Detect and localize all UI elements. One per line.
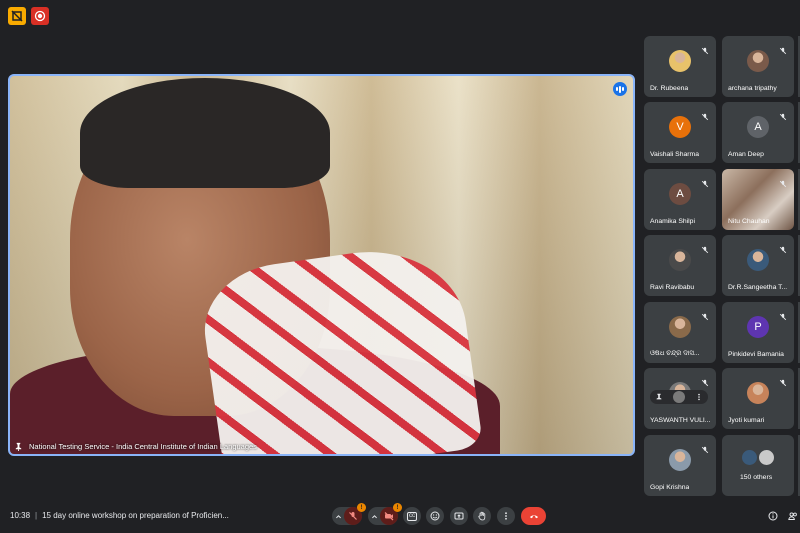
participant-tile[interactable]: Dr. Rubeena: [644, 36, 716, 97]
participant-name: Dr.R.Sangeetha T...: [728, 284, 788, 291]
group-avatars: [742, 450, 774, 465]
captions-button[interactable]: cc: [403, 507, 421, 525]
chevron-up-icon: [336, 514, 341, 518]
camera-warning-badge: !: [393, 503, 402, 512]
participant-tile[interactable]: 150 others: [722, 435, 794, 496]
avatar: [747, 249, 769, 271]
tile-hover-controls[interactable]: [650, 390, 708, 404]
participant-name: Gopi Krishna: [650, 484, 690, 491]
main-video-tile[interactable]: National Testing Service - India Central…: [8, 74, 635, 456]
camera-options-button[interactable]: !: [368, 503, 402, 525]
avatar: A: [669, 183, 691, 205]
mic-off-icon: [779, 108, 787, 121]
captions-icon: cc: [407, 511, 417, 521]
people-icon: [788, 512, 797, 520]
participant-tile[interactable]: YASWANTH VULI...: [644, 368, 716, 429]
participant-name: Ravi Ravibabu: [650, 284, 695, 291]
meeting-details-button[interactable]: [764, 507, 782, 525]
raise-hand-button[interactable]: [473, 507, 491, 525]
main-video-label: National Testing Service - India Central…: [14, 442, 257, 451]
mic-off-icon: [779, 42, 787, 55]
participant-name: Nitu Chauhan: [728, 218, 770, 225]
mic-off-icon: [779, 308, 787, 321]
participant-tile[interactable]: A Aman Deep: [722, 102, 794, 163]
avatar: [759, 450, 774, 465]
chevron-up-icon: [372, 514, 377, 518]
participant-tile[interactable]: V Vaishali Sharma: [644, 102, 716, 163]
avatar: [669, 449, 691, 471]
avatar: V: [669, 116, 691, 138]
mic-off-icon: [701, 175, 709, 188]
speaker-hair: [80, 78, 330, 188]
participant-name: YASWANTH VULI...: [650, 417, 711, 424]
hang-up-icon: [529, 515, 538, 519]
camera-off-icon: [384, 512, 394, 521]
participant-tile[interactable]: ଓଷଧ ଚନ୍ଦ୍ର ଦାସ...: [644, 302, 716, 363]
avatar: P: [747, 316, 769, 338]
participant-tile[interactable]: Nitu Chauhan: [722, 169, 794, 230]
emoji-button[interactable]: [426, 507, 444, 525]
participant-name: Dr. Rubeena: [650, 85, 689, 92]
participant-name: archana tripathy: [728, 85, 777, 92]
mic-off-icon: [701, 42, 709, 55]
camera-off-button[interactable]: !: [380, 503, 402, 525]
mic-options-button[interactable]: !: [332, 503, 366, 525]
mic-off-icon: [779, 374, 787, 387]
avatar: [747, 382, 769, 404]
more-options-button[interactable]: [497, 507, 515, 525]
mic-off-icon: [701, 241, 709, 254]
rec-indicator-icon[interactable]: [8, 7, 26, 25]
avatar: [669, 249, 691, 271]
participant-tile[interactable]: P Pinkidevi Bamania: [722, 302, 794, 363]
meeting-title: 15 day online workshop on preparation of…: [42, 511, 229, 520]
mic-off-icon: [701, 441, 709, 454]
main-video-name: National Testing Service - India Central…: [29, 442, 257, 451]
more-vert-icon[interactable]: [695, 393, 703, 401]
emoji-icon: [430, 511, 440, 521]
participant-name: Jyoti kumari: [728, 417, 765, 424]
avatar: [669, 50, 691, 72]
speaking-icon: [613, 82, 627, 96]
separator: |: [35, 511, 38, 520]
participant-tile[interactable]: Dr.R.Sangeetha T...: [722, 235, 794, 296]
record-icon[interactable]: [31, 7, 49, 25]
mic-off-icon: [779, 175, 787, 188]
avatar: [747, 50, 769, 72]
participant-tile[interactable]: Jyoti kumari: [722, 368, 794, 429]
avatar: [669, 316, 691, 338]
mic-off-button[interactable]: !: [344, 503, 366, 525]
participant-tile[interactable]: Ravi Ravibabu: [644, 235, 716, 296]
clock-time: 10:38: [10, 511, 31, 520]
participant-name: Pinkidevi Bamania: [728, 351, 784, 358]
mic-off-icon: [701, 308, 709, 321]
participant-name: Aman Deep: [728, 151, 764, 158]
leave-call-button[interactable]: [521, 507, 546, 525]
avatar: [673, 391, 685, 403]
mic-off-icon: [779, 241, 787, 254]
mic-off-icon: [701, 108, 709, 121]
mic-off-icon: [349, 512, 357, 520]
bottom-bar: 10:38 | 15 day online workshop on preparat…: [0, 497, 800, 533]
more-vert-icon: [505, 512, 507, 520]
participant-tile[interactable]: A Anamika Shilpi: [644, 169, 716, 230]
mic-warning-badge: !: [357, 503, 366, 512]
meeting-info: 10:38 | 15 day online workshop on preparat…: [10, 511, 229, 520]
participant-tile[interactable]: Gopi Krishna: [644, 435, 716, 496]
participant-name: 150 others: [740, 474, 773, 481]
people-button[interactable]: [786, 507, 800, 525]
participant-tile[interactable]: archana tripathy: [722, 36, 794, 97]
mic-off-icon: [701, 374, 709, 387]
avatar: [742, 450, 757, 465]
present-button[interactable]: [450, 507, 468, 525]
hand-icon: [478, 511, 486, 521]
info-icon: [768, 511, 778, 521]
pin-icon[interactable]: [14, 442, 23, 451]
present-icon: [454, 512, 464, 520]
participant-name: Vaishali Sharma: [650, 151, 699, 158]
participant-name: ଓଷଧ ଚନ୍ଦ୍ର ଦାସ...: [650, 350, 700, 357]
avatar: A: [747, 116, 769, 138]
participant-name: Anamika Shilpi: [650, 218, 695, 225]
pin-icon[interactable]: [655, 393, 663, 401]
